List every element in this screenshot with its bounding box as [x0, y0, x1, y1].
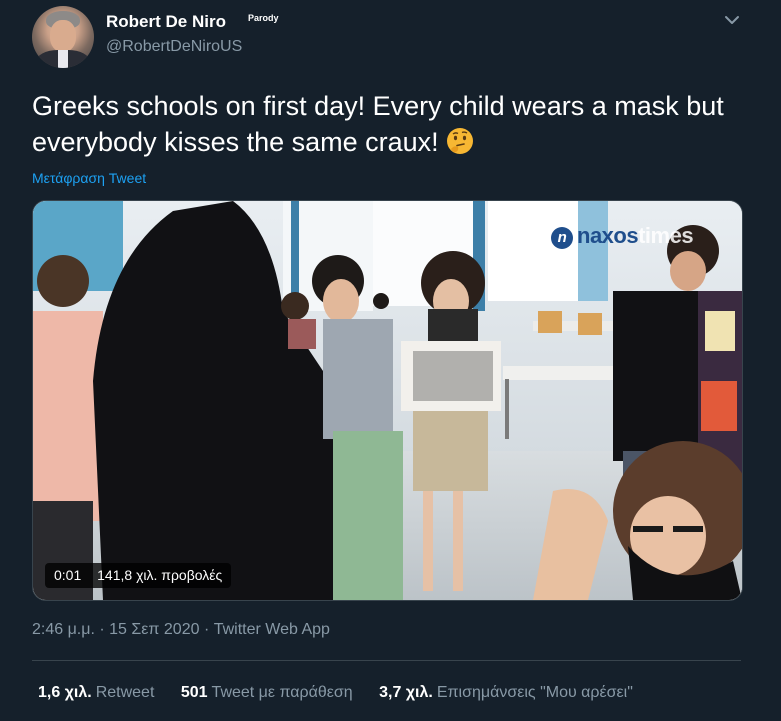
avatar-face [50, 20, 76, 52]
parody-badge: Parody [248, 13, 279, 23]
avatar[interactable] [32, 6, 94, 68]
tweet-card: Robert De Niro Parody @RobertDeNiroUS Gr… [0, 0, 781, 721]
video-frame [33, 201, 742, 600]
quotes-label: Tweet με παράθεση [211, 684, 353, 701]
retweets-label: Retweet [95, 684, 155, 701]
author-handle[interactable]: @RobertDeNiroUS [106, 38, 242, 56]
tweet-date[interactable]: 15 Σεπ 2020 [109, 621, 199, 638]
tweet-time[interactable]: 2:46 μ.μ. [32, 621, 95, 638]
video-info-overlay: 0:01 141,8 χιλ. προβολές [45, 563, 232, 588]
video-timestamp: 0:01 [54, 567, 82, 583]
watermark-logo: n [551, 227, 573, 249]
meta-separator: · [203, 621, 210, 638]
thinking-face-icon [445, 126, 475, 156]
video-player[interactable]: n naxostimes 0:01 141,8 χιλ. προβολές [32, 200, 743, 601]
video-watermark: n naxostimes [551, 223, 694, 249]
translate-tweet-link[interactable]: Μετάφραση Tweet [32, 170, 146, 186]
tweet-source[interactable]: Twitter Web App [214, 621, 330, 638]
watermark-brand: naxos [577, 223, 639, 248]
video-view-count: 141,8 χιλ. προβολές [97, 567, 223, 583]
retweets-stat[interactable]: 1,6 χιλ. Retweet [38, 684, 154, 701]
tweet-text-body: Greeks schools on first day! Every child… [32, 91, 724, 157]
retweets-count: 1,6 χιλ. [38, 684, 92, 701]
likes-label: Επισημάνσεις "Μου αρέσει" [436, 684, 633, 701]
likes-stat[interactable]: 3,7 χιλ. Επισημάνσεις "Μου αρέσει" [379, 684, 633, 701]
tweet-text: Greeks schools on first day! Every child… [32, 88, 752, 160]
avatar-shirt [58, 50, 68, 68]
likes-count: 3,7 χιλ. [379, 684, 433, 701]
chevron-down-icon[interactable] [722, 10, 742, 30]
meta-separator: · [99, 621, 105, 638]
divider [32, 660, 741, 661]
watermark-faded: times [638, 223, 694, 248]
tweet-stats: 1,6 χιλ. Retweet 501 Tweet με παράθεση 3,7… [38, 684, 655, 702]
quote-tweets-stat[interactable]: 501 Tweet με παράθεση [181, 684, 353, 701]
author-display-name[interactable]: Robert De Niro [106, 12, 226, 32]
quotes-count: 501 [180, 684, 208, 701]
tweet-meta: 2:46 μ.μ. · 15 Σεπ 2020 · Twitter Web Ap… [32, 621, 330, 639]
